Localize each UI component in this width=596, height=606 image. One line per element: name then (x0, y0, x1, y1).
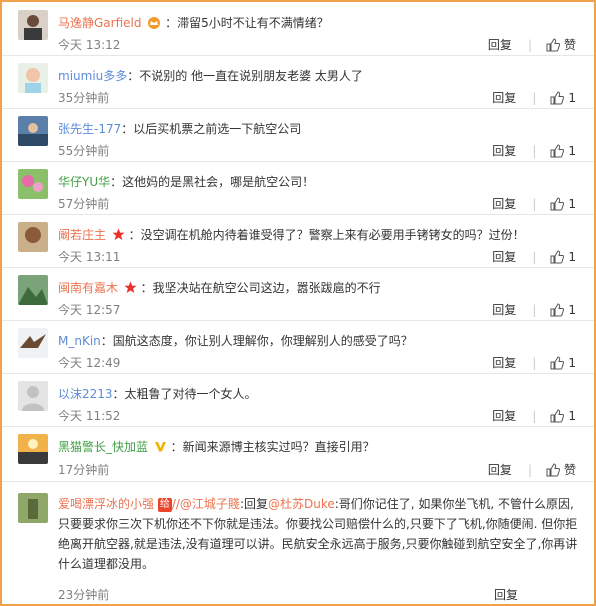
timestamp: 今天 13:12 (58, 38, 121, 52)
list-item: 张先生-177：以后买机票之前选一下航空公司 55分钟前 回复 | 1 (2, 108, 594, 162)
like-count[interactable]: 1 (568, 197, 576, 211)
list-item: M_nKin：国航这态度，你让别人理解你，你理解别人的感受了吗？ 今天 12:4… (2, 320, 594, 374)
like-count[interactable]: 1 (568, 356, 576, 370)
like-button[interactable]: 赞 (564, 38, 576, 52)
timestamp: 17分钟前 (58, 463, 110, 477)
crown-badge-icon (147, 17, 161, 32)
commenter-name[interactable]: 马逸静Garfield (58, 16, 141, 30)
avatar[interactable] (18, 434, 48, 464)
commenter-name[interactable]: miumiu多多 (58, 69, 127, 83)
avatar[interactable] (18, 10, 48, 40)
give-badge-icon: 给 (157, 498, 172, 512)
thumbs-up-icon[interactable] (550, 144, 565, 161)
timestamp: 35分钟前 (58, 91, 110, 105)
timestamp: 55分钟前 (58, 144, 110, 158)
avatar[interactable] (18, 381, 48, 411)
reply-button[interactable]: 回复 (492, 250, 516, 264)
like-count[interactable]: 1 (568, 91, 576, 105)
reply-button[interactable]: 回复 (492, 91, 516, 105)
commenter-name[interactable]: 张先生-177 (58, 122, 121, 136)
yellow-v-icon (154, 440, 167, 456)
comment-text: ：太粗鲁了对待一个女人。 (112, 387, 257, 401)
comment-text: ：以后买机票之前选一下航空公司 (121, 122, 302, 136)
thumbs-up-icon[interactable] (550, 91, 565, 108)
list-item: 黑猫警长_快加蓝 ：新闻来源博主核实过吗？直接引用？ 17分钟前 回复 | 赞 (2, 426, 594, 482)
mention-link[interactable]: //@江城子賤 (172, 497, 240, 511)
timestamp: 23分钟前 (58, 588, 110, 602)
list-item: 以沫2213：太粗鲁了对待一个女人。 今天 11:52 回复 | 1 (2, 373, 594, 427)
list-item: 华仔YU华：这他妈的是黑社会，哪是航空公司！ 57分钟前 回复 | 1 (2, 161, 594, 215)
commenter-name[interactable]: M_nKin (58, 334, 101, 348)
avatar[interactable] (18, 275, 48, 305)
comment-text: ：新闻来源博主核实过吗？直接引用？ (170, 440, 375, 454)
thumbs-up-icon[interactable] (550, 409, 565, 426)
reply-button[interactable]: 回复 (488, 463, 512, 477)
reply-button[interactable]: 回复 (492, 409, 516, 423)
commenter-name[interactable]: 爱喝漂浮冰的小强 (58, 497, 154, 511)
like-count[interactable]: 1 (568, 250, 576, 264)
comment-list: 马逸静Garfield ：滞留5小时不让有不满情绪？ 今天 13:12 回复 | 赞… (0, 0, 596, 606)
avatar[interactable] (18, 63, 48, 93)
commenter-name[interactable]: 闽南有嘉木 (58, 281, 118, 295)
avatar[interactable] (18, 222, 48, 252)
comment-text: ：国航这态度，你让别人理解你，你理解别人的感受了吗？ (100, 334, 413, 348)
list-item: 阚若庄主 ：没空调在机舱内待着谁受得了？警察上来有必要用手铐铐女的吗？过份！ 今… (2, 214, 594, 268)
timestamp: 今天 12:49 (58, 356, 121, 370)
avatar[interactable] (18, 493, 48, 523)
comment-body: 爱喝漂浮冰的小强 给//@江城子賤:回复@杜苏Duke:哥们你记住了, 如果你坐… (58, 494, 588, 574)
commenter-name[interactable]: 阚若庄主 (58, 228, 106, 242)
commenter-name[interactable]: 以沫2213 (58, 387, 113, 401)
thumbs-up-icon[interactable] (546, 38, 561, 55)
list-item: 闽南有嘉木 ：我坚决站在航空公司这边，嚣张跋扈的不行 今天 12:57 回复 | 1 (2, 267, 594, 321)
avatar[interactable] (18, 328, 48, 358)
like-count[interactable]: 1 (568, 303, 576, 317)
avatar[interactable] (18, 169, 48, 199)
like-count[interactable]: 1 (568, 409, 576, 423)
reply-button[interactable]: 回复 (494, 588, 518, 602)
like-count[interactable]: 1 (568, 144, 576, 158)
commenter-name[interactable]: 华仔YU华 (58, 175, 110, 189)
avatar[interactable] (18, 116, 48, 146)
thumbs-up-icon[interactable] (550, 356, 565, 373)
reply-label: :回复 (239, 497, 268, 511)
reply-button[interactable]: 回复 (492, 144, 516, 158)
comment-text: ：不说别的 他一直在说别朋友老婆 太男人了 (127, 69, 363, 83)
thumbs-up-icon[interactable] (550, 303, 565, 320)
mention-link[interactable]: @杜苏Duke (268, 497, 335, 511)
thumbs-up-icon[interactable] (546, 463, 561, 480)
comment-text: ：滞留5小时不让有不满情绪？ (165, 16, 329, 30)
timestamp: 57分钟前 (58, 197, 110, 211)
list-item: 马逸静Garfield ：滞留5小时不让有不满情绪？ 今天 13:12 回复 | 赞 (2, 2, 594, 56)
comment-text: ：没空调在机舱内待着谁受得了？警察上来有必要用手铐铐女的吗？过份！ (128, 228, 525, 242)
list-item: miumiu多多：不说别的 他一直在说别朋友老婆 太男人了 35分钟前 回复 | 1 (2, 55, 594, 109)
commenter-name[interactable]: 黑猫警长_快加蓝 (58, 440, 148, 454)
like-button[interactable]: 赞 (564, 463, 576, 477)
comment-text: ：我坚决站在航空公司这边，嚣张跋扈的不行 (140, 281, 381, 295)
comment-text: ：这他妈的是黑社会，哪是航空公司！ (110, 175, 315, 189)
thumbs-up-icon[interactable] (550, 250, 565, 267)
timestamp: 今天 12:57 (58, 303, 121, 317)
red-star-icon (112, 228, 125, 244)
red-star-icon (124, 281, 137, 297)
thumbs-up-icon[interactable] (550, 197, 565, 214)
reply-button[interactable]: 回复 (488, 38, 512, 52)
reply-button[interactable]: 回复 (492, 356, 516, 370)
timestamp: 今天 13:11 (58, 250, 121, 264)
reply-button[interactable]: 回复 (492, 197, 516, 211)
timestamp: 今天 11:52 (58, 409, 121, 423)
reply-button[interactable]: 回复 (492, 303, 516, 317)
